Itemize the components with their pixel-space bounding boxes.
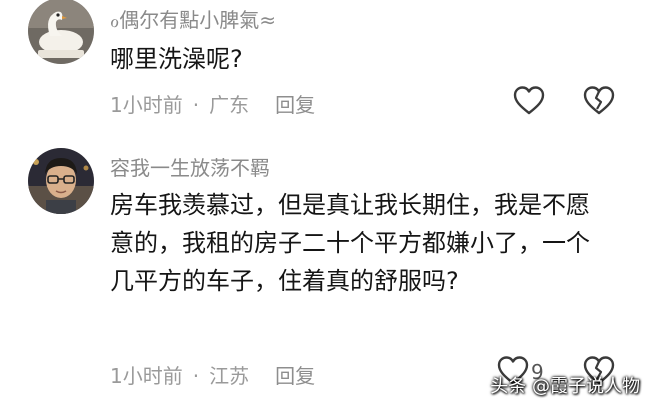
heart-outline-icon[interactable] [512, 84, 546, 118]
reply-button[interactable]: 回复 [275, 360, 315, 389]
comment-text: 哪里洗澡呢? [110, 45, 243, 73]
comment-location: 广东 [209, 93, 250, 117]
avatar[interactable] [28, 0, 94, 64]
comment-time: 1小时前 [110, 93, 183, 117]
watermark: 头条 @霞子说人物 [490, 376, 640, 397]
username[interactable]: 容我一生放荡不羁 [110, 152, 270, 181]
swan-avatar-icon [28, 0, 94, 64]
reply-button[interactable]: 回复 [275, 89, 315, 118]
comment-time: 1小时前 [110, 364, 183, 388]
man-with-glasses-avatar-icon [28, 148, 94, 214]
broken-heart-icon[interactable] [582, 84, 616, 118]
comment-meta: 1小时前 · 江苏 回复 [110, 360, 315, 389]
comment-text: 房车我羡慕过，但是真让我长期住，我是不愿意的，我租的房子二十个平方都嫌小了，一个… [110, 191, 590, 295]
comment-item: 容我一生放荡不羁 房车我羡慕过，但是真让我长期住，我是不愿意的，我租的房子二十个… [0, 138, 650, 408]
username[interactable]: ℴ偶尔有點小脾氣≈ [110, 4, 276, 33]
avatar[interactable] [28, 148, 94, 214]
meta-separator: · [192, 364, 200, 388]
meta-separator: · [192, 93, 200, 117]
comment-location: 江苏 [209, 364, 250, 388]
comment-meta: 1小时前 · 广东 回复 [110, 89, 315, 118]
comment-item: ℴ偶尔有點小脾氣≈ 哪里洗澡呢? 1小时前 · 广东 回复 [0, 0, 650, 135]
